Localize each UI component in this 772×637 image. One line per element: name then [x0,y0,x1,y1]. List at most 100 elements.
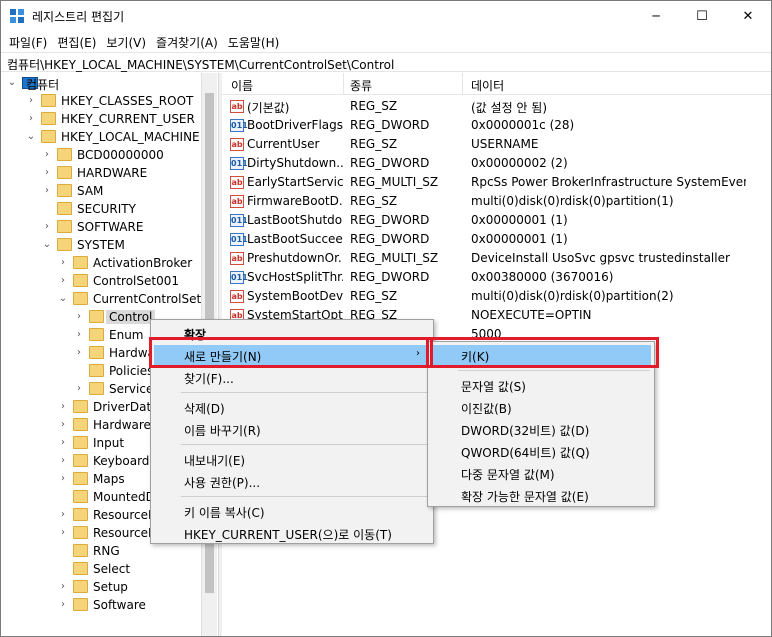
expand-chevron-icon[interactable] [57,488,69,506]
folder-icon [57,184,72,197]
menu-separator [181,496,429,497]
address-bar[interactable]: 컴퓨터\HKEY_LOCAL_MACHINE\SYSTEM\CurrentCon… [1,52,771,72]
expand-chevron-icon[interactable]: › [57,398,69,416]
expand-chevron-icon[interactable]: › [41,218,53,236]
value-row[interactable]: 011 SvcHostSplitThr... REG_DWORD 0x00380000… [222,268,771,287]
column-header-name[interactable]: 이름 [231,77,253,94]
expand-chevron-icon[interactable]: › [41,146,53,164]
submenu-item[interactable]: 이진값(B) [431,397,651,417]
context-menu-item[interactable]: 삭제(D) [154,397,430,417]
context-menu-item[interactable]: 키 이름 복사(C) [154,501,430,521]
expand-chevron-icon[interactable] [73,362,85,380]
column-header-data[interactable]: 데이터 [471,77,504,94]
value-row[interactable]: ab CurrentUser REG_SZ USERNAME [222,135,771,154]
tree-item[interactable]: ⌄ SYSTEM [1,236,201,254]
expand-chevron-icon[interactable]: › [57,416,69,434]
tree-item[interactable]: Select [1,560,201,578]
value-type: REG_SZ [350,137,398,151]
expand-chevron-icon[interactable]: › [57,524,69,542]
value-row[interactable]: ab PreshutdownOr... REG_MULTI_SZ DeviceInst… [222,249,771,268]
value-type: REG_SZ [350,194,398,208]
close-button[interactable]: ✕ [725,1,771,31]
tree-item[interactable]: › HARDWARE [1,164,201,182]
submenu-item[interactable]: 문자열 값(S) [431,375,651,395]
expand-chevron-icon[interactable] [57,560,69,578]
expand-chevron-icon[interactable]: › [73,326,85,344]
expand-chevron-icon[interactable]: › [73,380,85,398]
collapse-chevron-icon[interactable]: ⌄ [41,236,53,254]
value-row[interactable]: 011 DirtyShutdown... REG_DWORD 0x00000002 (… [222,154,771,173]
expand-chevron-icon[interactable]: › [57,596,69,614]
column-divider[interactable] [462,73,463,95]
submenu-item[interactable]: 확장 가능한 문자열 값(E) [431,485,651,505]
expand-chevron-icon[interactable]: › [57,506,69,524]
tree-item[interactable]: SECURITY [1,200,201,218]
context-menu-item-label: HKEY_CURRENT_USER(으)로 이동(T) [184,528,392,542]
value-name: LastBootSuccee... [247,232,343,246]
expand-chevron-icon[interactable]: › [41,182,53,200]
expand-chevron-icon[interactable]: › [57,452,69,470]
value-row[interactable]: 011LastBootSuccee... REG_DWORD 0x00000001 … [222,230,771,249]
menu-help[interactable]: 도움말(H) [224,31,286,51]
value-row[interactable]: abEarlyStartServices REG_MULTI_SZ RpcSs Po… [222,173,771,192]
collapse-chevron-icon[interactable]: ⌄ [57,290,69,308]
expand-chevron-icon[interactable]: › [57,434,69,452]
expand-chevron-icon[interactable]: › [25,110,37,128]
tree-item[interactable]: › SAM [1,182,201,200]
expand-chevron-icon[interactable] [57,542,69,560]
context-menu-item[interactable]: 찾기(F)... [154,367,430,387]
folder-icon [73,526,88,539]
context-menu-item[interactable]: 내보내기(E) [154,449,430,469]
tree-item[interactable]: › HKEY_CURRENT_USER [1,110,201,128]
expand-chevron-icon[interactable]: › [57,578,69,596]
column-header-type[interactable]: 종류 [350,77,372,94]
value-row[interactable]: ab FirmwareBootD... REG_SZ multi(0)disk(0)r… [222,192,771,211]
tree-item[interactable]: ⌄ 컴퓨터 [1,74,201,92]
submenu-item[interactable]: 다중 문자열 값(M) [431,463,651,483]
value-row[interactable]: ab SystemBootDev... REG_SZ multi(0)disk(0)r… [222,287,771,306]
value-row[interactable]: 011 BootDriverFlags REG_DWORD 0x0000001c (2… [222,116,771,135]
context-menu-item[interactable]: 이름 바꾸기(R) [154,419,430,439]
tree-item-label: RNG [93,544,120,558]
expand-chevron-icon[interactable]: › [25,92,37,110]
value-type: REG_SZ [350,289,398,303]
tree-item[interactable]: › HKEY_CLASSES_ROOT [1,92,201,110]
tree-item[interactable]: › SOFTWARE [1,218,201,236]
expand-chevron-icon[interactable]: › [57,470,69,488]
tree-item[interactable]: ⌄ HKEY_LOCAL_MACHINE [1,128,201,146]
close-icon: ✕ [742,8,754,24]
submenu-item[interactable]: DWORD(32비트) 값(D) [431,419,651,439]
minimize-button[interactable]: ─ [633,1,679,31]
expand-chevron-icon[interactable]: › [73,308,85,326]
menu-edit[interactable]: 편집(E) [53,31,102,51]
expand-chevron-icon[interactable]: › [57,272,69,290]
expand-chevron-icon[interactable] [41,200,53,218]
menu-favorites[interactable]: 즐겨찾기(A) [152,31,224,51]
folder-icon [41,94,56,107]
column-divider[interactable] [343,73,344,95]
menu-view[interactable]: 보기(V) [102,31,152,51]
string-value-icon: ab [230,176,244,189]
menu-separator [458,370,650,371]
menu-file[interactable]: 파일(F) [5,31,53,51]
maximize-button[interactable]: ☐ [679,1,725,31]
collapse-chevron-icon[interactable]: ⌄ [25,128,37,146]
value-row[interactable]: 011 LastBootShutdo... REG_DWORD 0x00000001 … [222,211,771,230]
submenu-item[interactable]: QWORD(64비트) 값(Q) [431,441,651,461]
tree-item[interactable]: › ControlSet001 [1,272,201,290]
tree-item[interactable]: › BCD00000000 [1,146,201,164]
tree-item[interactable]: › Setup [1,578,201,596]
tree-item[interactable]: › Software [1,596,201,614]
context-menu-item[interactable]: 사용 권한(P)... [154,471,430,491]
expand-chevron-icon[interactable]: › [73,344,85,362]
folder-icon [73,292,88,305]
tree-item[interactable]: › ActivationBroker [1,254,201,272]
folder-icon [89,382,104,395]
tree-item[interactable]: RNG [1,542,201,560]
expand-chevron-icon[interactable]: › [57,254,69,272]
value-row[interactable]: ab (기본값) REG_SZ (값 설정 안 됨) [222,97,771,116]
context-menu-item[interactable]: HKEY_CURRENT_USER(으)로 이동(T) [154,523,430,543]
collapse-chevron-icon[interactable]: ⌄ [6,74,18,92]
tree-item[interactable]: ⌄ CurrentControlSet [1,290,201,308]
expand-chevron-icon[interactable]: › [41,164,53,182]
